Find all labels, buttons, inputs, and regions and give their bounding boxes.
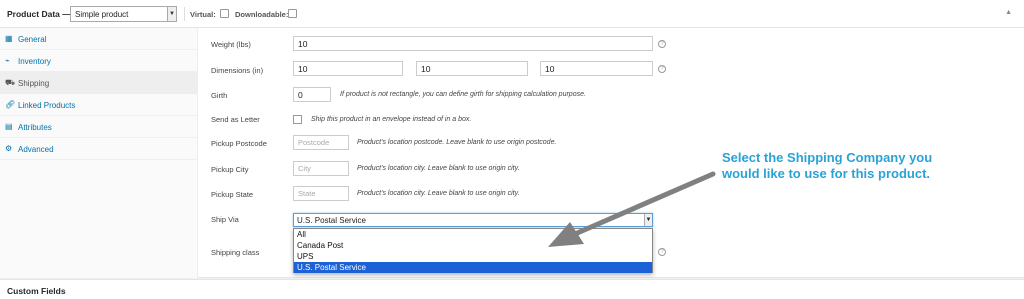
product-data-tabs: ▦ General ⌁ Inventory ⛟ Shipping 🔗︎ Link…: [0, 28, 198, 278]
tab-general[interactable]: ▦ General: [0, 28, 198, 50]
dimensions-label: Dimensions (in): [211, 66, 264, 75]
link-icon: 🔗︎: [5, 100, 16, 109]
list-icon: ▤: [5, 122, 13, 131]
chevron-down-icon: ▼: [167, 7, 176, 21]
shipping-class-label: Shipping class: [211, 248, 260, 257]
tab-linked-products[interactable]: 🔗︎ Linked Products: [0, 94, 198, 116]
tab-linked-products-label: Linked Products: [18, 101, 76, 110]
tab-shipping-label: Shipping: [18, 79, 50, 88]
pickup-city-input[interactable]: City: [293, 161, 349, 176]
send-as-letter-checkbox[interactable]: [293, 115, 302, 124]
panel-title: Product Data —: [7, 9, 71, 19]
tab-attributes[interactable]: ▤ Attributes: [0, 116, 198, 138]
custom-fields-title: Custom Fields: [7, 286, 66, 296]
tab-general-label: General: [18, 35, 47, 44]
header-divider: [184, 7, 185, 21]
tab-attributes-label: Attributes: [18, 123, 52, 132]
pickup-state-label: Pickup State: [211, 190, 254, 199]
custom-fields-panel[interactable]: Custom Fields: [0, 279, 1024, 299]
product-type-value: Simple product: [75, 10, 129, 19]
virtual-checkbox[interactable]: [220, 9, 229, 18]
truck-icon: ⛟: [5, 78, 16, 87]
option-usps[interactable]: U.S. Postal Service: [294, 262, 652, 273]
weight-label: Weight (lbs): [211, 40, 251, 49]
ship-via-value: U.S. Postal Service: [297, 216, 366, 225]
pickup-postcode-description: Product's location postcode. Leave blank…: [357, 139, 557, 146]
product-type-select[interactable]: Simple product ▼: [70, 6, 177, 22]
chart-icon: ⌁: [5, 56, 10, 65]
tab-inventory[interactable]: ⌁ Inventory: [0, 50, 198, 72]
send-as-letter-label: Send as Letter: [211, 115, 260, 124]
gear-icon: ⚙︎: [5, 144, 13, 153]
length-input[interactable]: 10: [293, 61, 403, 76]
ship-via-dropdown: All Canada Post UPS U.S. Postal Service: [293, 228, 653, 273]
downloadable-checkbox[interactable]: [288, 9, 297, 18]
weight-input[interactable]: 10: [293, 36, 653, 51]
pickup-postcode-label: Pickup Postcode: [211, 139, 267, 148]
chevron-down-icon: ▼: [644, 214, 652, 226]
help-icon: ?: [658, 248, 666, 256]
help-icon: ?: [658, 65, 666, 73]
collapse-toggle-icon[interactable]: ▲: [1005, 9, 1012, 16]
pickup-city-description: Product's location city. Leave blank to …: [357, 165, 520, 172]
option-canada-post[interactable]: Canada Post: [294, 240, 652, 251]
tab-shipping[interactable]: ⛟ Shipping: [0, 72, 198, 94]
option-ups[interactable]: UPS: [294, 251, 652, 262]
ship-via-label: Ship Via: [211, 215, 239, 224]
girth-input[interactable]: 0: [293, 87, 331, 102]
height-input[interactable]: 10: [540, 61, 653, 76]
help-icon: ?: [658, 40, 666, 48]
downloadable-label: Downloadable:: [235, 10, 289, 19]
grid-icon: ▦: [5, 34, 13, 43]
width-input[interactable]: 10: [416, 61, 528, 76]
tab-advanced[interactable]: ⚙︎ Advanced: [0, 138, 198, 160]
annotation-callout: Select the Shipping Company you would li…: [722, 150, 933, 181]
pickup-state-input[interactable]: State: [293, 186, 349, 201]
tab-inventory-label: Inventory: [18, 57, 51, 66]
tab-advanced-label: Advanced: [18, 145, 54, 154]
pickup-postcode-input[interactable]: Postcode: [293, 135, 349, 150]
ship-via-select[interactable]: U.S. Postal Service ▼: [293, 213, 653, 227]
product-data-panel: Product Data — Simple product ▼ Virtual:…: [0, 0, 1024, 278]
girth-label: Girth: [211, 91, 228, 100]
girth-description: If product is not rectangle, you can def…: [340, 91, 586, 98]
virtual-label: Virtual:: [190, 10, 216, 19]
pickup-city-label: Pickup City: [211, 165, 249, 174]
panel-header: Product Data — Simple product ▼ Virtual:…: [0, 0, 1024, 28]
pickup-state-description: Product's location city. Leave blank to …: [357, 190, 520, 197]
send-as-letter-description: Ship this product in an envelope instead…: [311, 116, 472, 123]
option-all[interactable]: All: [294, 229, 652, 240]
